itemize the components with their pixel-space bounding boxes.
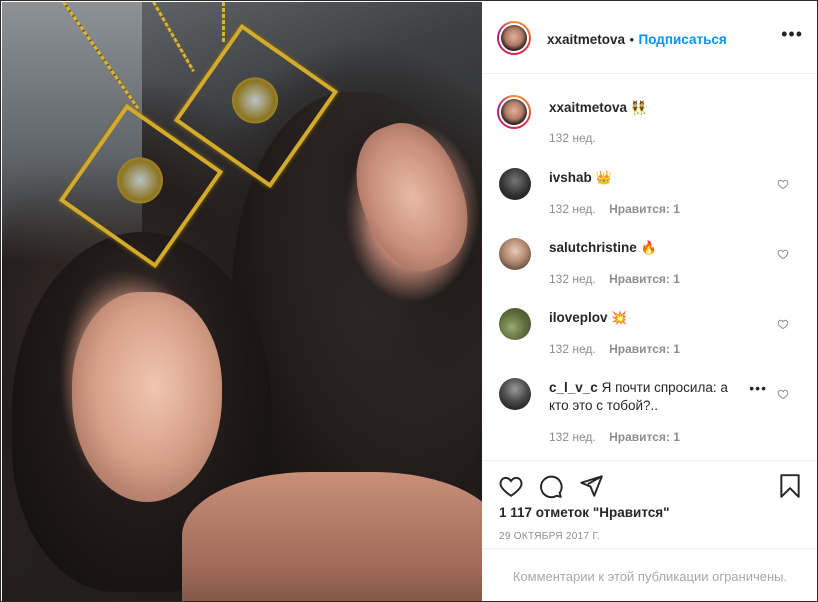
- comment-username[interactable]: ivshab: [549, 170, 592, 185]
- bookmark-icon[interactable]: [777, 473, 803, 499]
- photo-chain: [152, 2, 195, 73]
- comment-time[interactable]: 132 нед.: [549, 272, 596, 286]
- avatar[interactable]: [499, 378, 531, 410]
- author-avatar[interactable]: [497, 21, 531, 55]
- heart-icon[interactable]: [777, 318, 789, 330]
- comment-emoji: 🔥: [640, 240, 657, 255]
- post-photo[interactable]: [2, 2, 482, 601]
- comment-time[interactable]: 132 нед.: [549, 342, 596, 356]
- post-header: xxaitmetova • Подписаться •••: [483, 2, 817, 74]
- comment-time[interactable]: 132 нед.: [549, 202, 596, 216]
- avatar[interactable]: [499, 308, 531, 340]
- comment-username[interactable]: salutchristine: [549, 240, 637, 255]
- author-username[interactable]: xxaitmetova: [547, 32, 625, 47]
- avatar[interactable]: [499, 238, 531, 270]
- comment-more-options-icon[interactable]: •••: [749, 380, 767, 396]
- comments-limited-notice: Комментарии к этой публикации ограничены…: [483, 548, 817, 601]
- comment-likes[interactable]: Нравится: 1: [609, 272, 680, 286]
- comment-likes[interactable]: Нравится: 1: [609, 430, 680, 444]
- post-window: xxaitmetova • Подписаться ••• xxaitmetov…: [0, 0, 818, 602]
- photo-chain: [222, 2, 225, 42]
- caption-username[interactable]: xxaitmetova: [549, 100, 627, 115]
- avatar[interactable]: [499, 168, 531, 200]
- post-side-panel: xxaitmetova • Подписаться ••• xxaitmetov…: [483, 2, 817, 601]
- photo-face-left: [72, 292, 222, 502]
- comment-username[interactable]: c_l_v_c: [549, 380, 598, 395]
- comment-username[interactable]: iloveplov: [549, 310, 608, 325]
- post-actions: 1 117 отметок "Нравится" 29 ОКТЯБРЯ 2017…: [483, 460, 817, 549]
- follow-button[interactable]: Подписаться: [639, 32, 727, 47]
- comments-list: xxaitmetova 👯 132 нед. ivshab 👑 132 нед.…: [483, 74, 817, 459]
- photo-shoulder: [182, 472, 482, 601]
- comment-emoji: 💥: [611, 310, 628, 325]
- heart-icon[interactable]: [777, 178, 789, 190]
- likes-count[interactable]: 1 117 отметок "Нравится": [499, 505, 670, 520]
- comment-time[interactable]: 132 нед.: [549, 430, 596, 444]
- more-options-icon[interactable]: •••: [781, 25, 803, 43]
- heart-icon[interactable]: [777, 388, 789, 400]
- comment-likes[interactable]: Нравится: 1: [609, 342, 680, 356]
- heart-icon[interactable]: [777, 248, 789, 260]
- comment-emoji: 👑: [595, 170, 612, 185]
- caption-emoji: 👯: [630, 100, 647, 115]
- comment-icon[interactable]: [538, 473, 564, 499]
- header-separator: •: [629, 32, 635, 47]
- share-icon[interactable]: [578, 473, 604, 499]
- post-date[interactable]: 29 ОКТЯБРЯ 2017 Г.: [499, 531, 600, 542]
- caption-avatar[interactable]: [497, 95, 531, 129]
- like-heart-icon[interactable]: [498, 473, 524, 499]
- caption-time[interactable]: 132 нед.: [549, 131, 596, 145]
- comment-likes[interactable]: Нравится: 1: [609, 202, 680, 216]
